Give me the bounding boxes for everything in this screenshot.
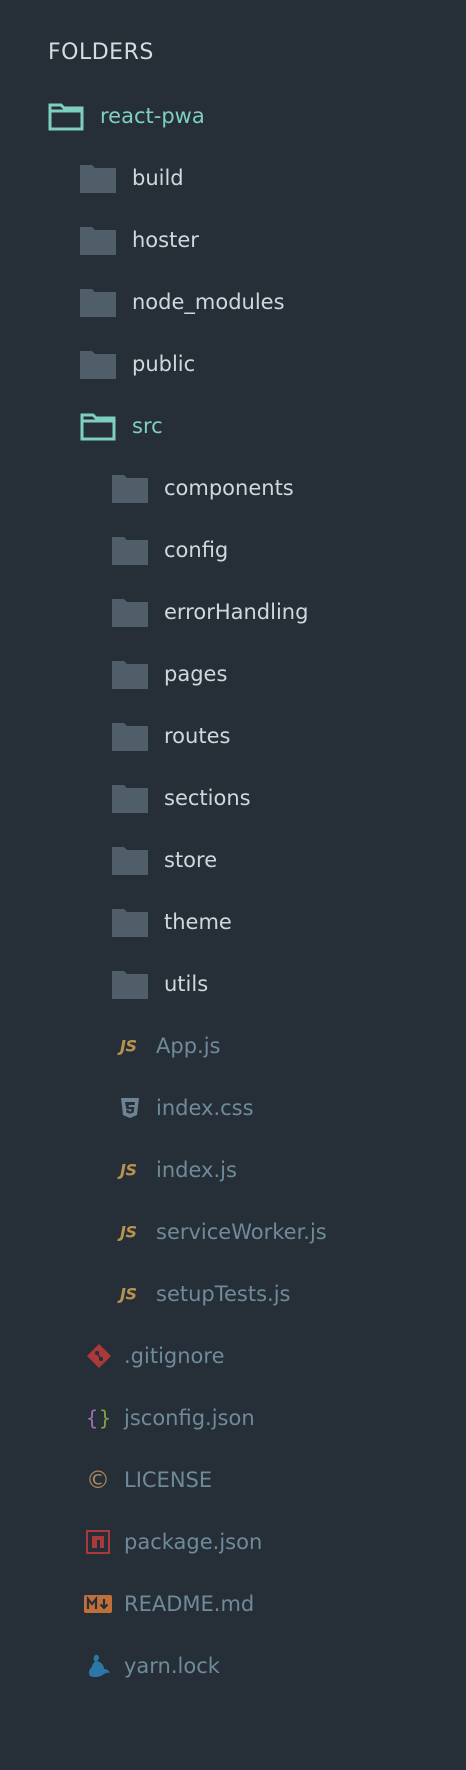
tree-item-build[interactable]: build xyxy=(0,147,466,209)
tree-item-src[interactable]: src xyxy=(0,395,466,457)
folder-open-icon xyxy=(48,103,84,131)
javascript-icon: JS xyxy=(120,1284,137,1304)
tree-item-sections[interactable]: sections xyxy=(0,767,466,829)
tree-item-pages[interactable]: pages xyxy=(0,643,466,705)
tree-item-label: store xyxy=(164,848,218,872)
folder-icon xyxy=(112,909,148,937)
tree-item-serviceworker-js[interactable]: JS serviceWorker.js xyxy=(0,1201,466,1263)
tree-item-node-modules[interactable]: node_modules xyxy=(0,271,466,333)
tree-item-license[interactable]: © LICENSE xyxy=(0,1449,466,1511)
tree-item-app-js[interactable]: JS App.js xyxy=(0,1015,466,1077)
tree-item-label: LICENSE xyxy=(124,1468,213,1492)
folder-icon xyxy=(80,351,116,379)
folder-open-icon xyxy=(80,413,116,441)
tree-item-setuptests-js[interactable]: JS setupTests.js xyxy=(0,1263,466,1325)
tree-item-errorhandling[interactable]: errorHandling xyxy=(0,581,466,643)
css3-icon xyxy=(121,1098,139,1118)
folder-icon xyxy=(112,599,148,627)
copyright-icon: © xyxy=(86,1466,110,1494)
tree-item-public[interactable]: public xyxy=(0,333,466,395)
tree-item-label: routes xyxy=(164,724,231,748)
tree-item-routes[interactable]: routes xyxy=(0,705,466,767)
tree-item-package-json[interactable]: package.json xyxy=(0,1511,466,1573)
tree-item-label: README.md xyxy=(124,1592,255,1616)
folders-header: FOLDERS xyxy=(48,40,154,65)
folder-icon xyxy=(80,289,116,317)
folder-icon xyxy=(112,971,148,999)
tree-item-hoster[interactable]: hoster xyxy=(0,209,466,271)
tree-item-label: index.js xyxy=(156,1158,237,1182)
folder-icon xyxy=(112,785,148,813)
folder-icon xyxy=(80,165,116,193)
tree-item-react-pwa[interactable]: react-pwa xyxy=(0,85,466,147)
tree-item-label: yarn.lock xyxy=(124,1654,220,1678)
tree-item-gitignore[interactable]: .gitignore xyxy=(0,1325,466,1387)
npm-icon xyxy=(86,1530,110,1554)
folder-icon xyxy=(112,847,148,875)
tree-item-theme[interactable]: theme xyxy=(0,891,466,953)
tree-item-label: build xyxy=(132,166,184,190)
tree-item-label: package.json xyxy=(124,1530,263,1554)
folder-icon xyxy=(112,661,148,689)
yarn-icon xyxy=(88,1654,110,1678)
tree-item-label: errorHandling xyxy=(164,600,309,624)
tree-item-label: src xyxy=(132,414,163,438)
tree-item-store[interactable]: store xyxy=(0,829,466,891)
tree-item-label: node_modules xyxy=(132,290,285,314)
tree-item-label: App.js xyxy=(156,1034,221,1058)
tree-item-label: public xyxy=(132,352,196,376)
markdown-icon xyxy=(84,1595,112,1613)
javascript-icon: JS xyxy=(120,1222,137,1242)
tree-item-label: .gitignore xyxy=(124,1344,225,1368)
json-braces-icon: {} xyxy=(86,1406,113,1430)
tree-item-label: theme xyxy=(164,910,232,934)
javascript-icon: JS xyxy=(120,1036,137,1056)
tree-item-label: config xyxy=(164,538,229,562)
tree-item-label: setupTests.js xyxy=(156,1282,291,1306)
tree-item-readme-md[interactable]: README.md xyxy=(0,1573,466,1635)
tree-item-label: pages xyxy=(164,662,228,686)
tree-item-utils[interactable]: utils xyxy=(0,953,466,1015)
tree-item-label: serviceWorker.js xyxy=(156,1220,327,1244)
folder-icon xyxy=(80,227,116,255)
tree-item-label: jsconfig.json xyxy=(124,1406,255,1430)
folder-icon xyxy=(112,475,148,503)
git-icon xyxy=(86,1343,112,1369)
tree-item-label: index.css xyxy=(156,1096,254,1120)
tree-item-yarn-lock[interactable]: yarn.lock xyxy=(0,1635,466,1697)
folder-icon xyxy=(112,723,148,751)
tree-item-index-js[interactable]: JS index.js xyxy=(0,1139,466,1201)
tree-item-jsconfig-json[interactable]: {} jsconfig.json xyxy=(0,1387,466,1449)
tree-item-label: hoster xyxy=(132,228,199,252)
javascript-icon: JS xyxy=(120,1160,137,1180)
tree-item-label: utils xyxy=(164,972,209,996)
tree-item-label: components xyxy=(164,476,294,500)
tree-item-label: react-pwa xyxy=(100,104,205,128)
folder-icon xyxy=(112,537,148,565)
tree-item-config[interactable]: config xyxy=(0,519,466,581)
tree-item-label: sections xyxy=(164,786,251,810)
tree-item-index-css[interactable]: index.css xyxy=(0,1077,466,1139)
tree-item-components[interactable]: components xyxy=(0,457,466,519)
